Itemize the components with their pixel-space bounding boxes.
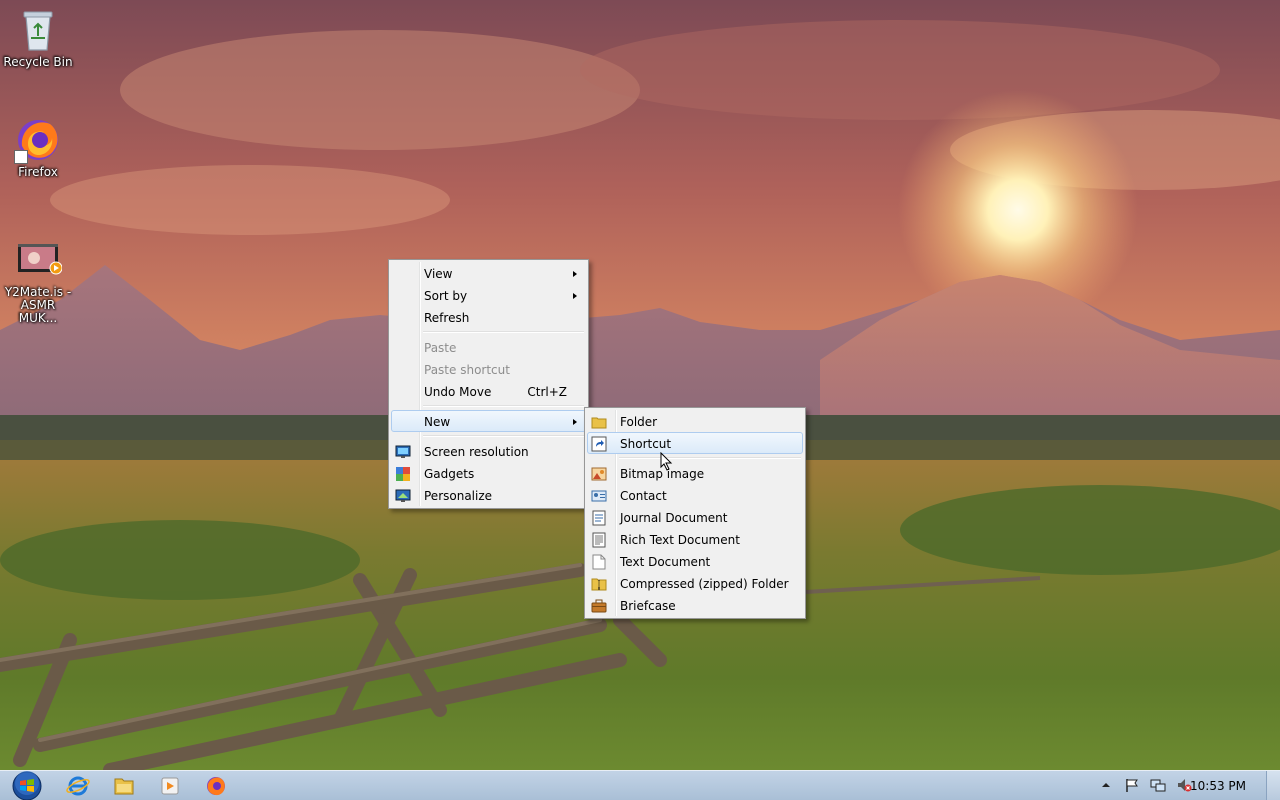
- menu-item-sort-by[interactable]: Sort by: [391, 284, 586, 306]
- menu-separator: [423, 402, 586, 410]
- menu-item-personalize[interactable]: Personalize: [391, 484, 586, 506]
- network-icon[interactable]: [1150, 777, 1166, 793]
- desktop-context-menu: View Sort by Refresh Paste Paste shortcu…: [388, 259, 589, 509]
- new-menu-item-rich-text[interactable]: Rich Text Document: [587, 528, 803, 550]
- folder-icon: [591, 414, 607, 430]
- menu-item-label: Rich Text Document: [620, 533, 740, 547]
- menu-item-label: Shortcut: [620, 437, 672, 451]
- submenu-arrow-icon: [573, 419, 577, 425]
- menu-item-label: Refresh: [424, 311, 470, 325]
- menu-item-label: Compressed (zipped) Folder: [620, 577, 789, 591]
- submenu-arrow-icon: [573, 293, 577, 299]
- menu-item-gadgets[interactable]: Gadgets: [391, 462, 586, 484]
- taskbar: 10:53 PM: [0, 770, 1280, 800]
- taskbar-firefox-button[interactable]: [196, 773, 236, 799]
- menu-item-label: Text Document: [620, 555, 711, 569]
- desktop-icon-recycle-bin[interactable]: Recycle Bin: [0, 6, 76, 69]
- video-file-icon: [14, 236, 63, 284]
- media-player-icon: [161, 777, 179, 795]
- desktop-icon-label: Recycle Bin: [3, 55, 73, 69]
- menu-item-undo-move[interactable]: Undo Move Ctrl+Z: [391, 380, 586, 402]
- desktop-icon-video-file[interactable]: Y2Mate.is - ASMR MUK...: [0, 236, 76, 325]
- bitmap-icon: [591, 466, 607, 482]
- menu-item-label: Folder: [620, 415, 658, 429]
- rich-text-icon: [591, 532, 607, 548]
- zip-folder-icon: [591, 576, 607, 592]
- new-menu-item-briefcase[interactable]: Briefcase: [587, 594, 803, 616]
- show-desktop-button[interactable]: [1266, 771, 1280, 800]
- menu-item-paste-shortcut: Paste shortcut: [391, 358, 586, 380]
- windows-logo-icon: [12, 771, 42, 800]
- gadgets-icon: [395, 466, 411, 482]
- menu-item-label: Paste: [424, 341, 457, 355]
- menu-item-screen-resolution[interactable]: Screen resolution: [391, 440, 586, 462]
- start-button[interactable]: [8, 771, 46, 800]
- menu-item-new[interactable]: New: [391, 410, 586, 432]
- menu-separator: [423, 432, 586, 440]
- new-menu-item-contact[interactable]: Contact: [587, 484, 803, 506]
- menu-separator: [423, 328, 586, 336]
- desktop-icon-firefox[interactable]: Firefox: [0, 116, 76, 179]
- menu-item-label: Briefcase: [620, 599, 676, 613]
- menu-item-label: Undo Move: [424, 385, 492, 399]
- menu-item-label: Gadgets: [424, 467, 475, 481]
- menu-item-label: Journal Document: [620, 511, 728, 525]
- new-menu-item-shortcut[interactable]: Shortcut: [587, 432, 803, 454]
- menu-item-label: Contact: [620, 489, 667, 503]
- new-menu-item-zip-folder[interactable]: Compressed (zipped) Folder: [587, 572, 803, 594]
- explorer-icon: [114, 778, 134, 795]
- desktop-icon-label: Firefox: [18, 165, 58, 179]
- show-hidden-icons-icon[interactable]: [1098, 777, 1114, 793]
- new-menu-item-text-document[interactable]: Text Document: [587, 550, 803, 572]
- contact-icon: [591, 488, 607, 504]
- taskbar-clock[interactable]: 10:53 PM: [1190, 779, 1246, 793]
- menu-item-refresh[interactable]: Refresh: [391, 306, 586, 328]
- shortcut-arrow-icon: [14, 150, 28, 164]
- taskbar-ie-button[interactable]: [58, 773, 98, 799]
- personalize-icon: [395, 488, 411, 504]
- screen-resolution-icon: [395, 444, 411, 460]
- submenu-arrow-icon: [573, 271, 577, 277]
- firefox-icon: [207, 777, 225, 796]
- menu-item-label: New: [424, 415, 451, 429]
- taskbar-explorer-button[interactable]: [104, 773, 144, 799]
- action-center-icon[interactable]: [1124, 777, 1140, 793]
- menu-item-label: Screen resolution: [424, 445, 529, 459]
- new-menu-item-bitmap[interactable]: Bitmap image: [587, 462, 803, 484]
- shortcut-icon: [591, 436, 607, 452]
- menu-item-view[interactable]: View: [391, 262, 586, 284]
- internet-explorer-icon: [66, 776, 90, 796]
- briefcase-icon: [591, 598, 607, 614]
- menu-item-accelerator: Ctrl+Z: [527, 385, 567, 399]
- recycle-bin-icon: [14, 6, 62, 54]
- desktop-wallpaper[interactable]: [0, 0, 1280, 770]
- menu-item-label: Paste shortcut: [424, 363, 510, 377]
- journal-icon: [591, 510, 607, 526]
- taskbar-media-player-button[interactable]: [150, 773, 190, 799]
- firefox-icon: [14, 116, 62, 164]
- wallpaper-image: [0, 0, 1280, 770]
- menu-separator: [619, 454, 803, 462]
- menu-item-label: Personalize: [424, 489, 493, 503]
- new-menu-item-journal[interactable]: Journal Document: [587, 506, 803, 528]
- desktop-icon-label: Y2Mate.is - ASMR MUK...: [4, 285, 72, 325]
- menu-item-paste: Paste: [391, 336, 586, 358]
- new-menu-item-folder[interactable]: Folder: [587, 410, 803, 432]
- new-submenu: Folder Shortcut Bitmap image Contact Jou…: [584, 407, 806, 619]
- menu-item-label: Bitmap image: [620, 467, 705, 481]
- text-document-icon: [591, 554, 607, 570]
- menu-item-label: Sort by: [424, 289, 468, 303]
- menu-item-label: View: [424, 267, 453, 281]
